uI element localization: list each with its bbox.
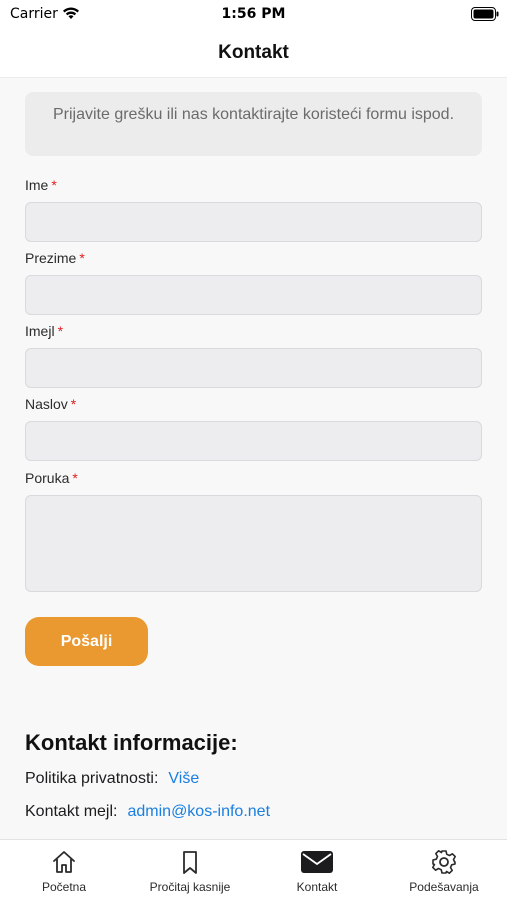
status-bar: Carrier 1:56 PM [0,0,507,30]
last-name-label-text: Prezime [25,250,77,266]
tab-settings[interactable]: Podešavanja [394,840,494,900]
required-marker: * [70,396,77,412]
subject-label: Naslov * [25,396,76,412]
gear-icon [394,848,494,876]
email-label: Imejl * [25,323,63,339]
envelope-icon [267,848,367,876]
last-name-field[interactable] [25,275,482,315]
email-field[interactable] [25,348,482,388]
contact-info-heading: Kontakt informacije: [25,730,238,755]
email-label-text: Imejl [25,323,55,339]
subject-label-text: Naslov [25,396,68,412]
bookmark-icon [135,848,245,876]
navigation-bar: Kontakt [0,30,507,78]
message-label-text: Poruka [25,470,70,486]
privacy-label: Politika privatnosti: [25,770,159,787]
contact-email-link[interactable]: admin@kos-info.net [127,803,270,820]
email-row: Kontakt mejl: admin@kos-info.net [25,803,270,821]
tab-read-later[interactable]: Pročitaj kasnije [135,840,245,900]
tab-contact[interactable]: Kontakt [267,840,367,900]
required-marker: * [51,177,57,193]
first-name-field[interactable] [25,202,482,242]
battery-icon [471,7,499,25]
tab-home[interactable]: Početna [14,840,114,900]
clock: 1:56 PM [221,6,286,22]
message-label: Poruka * [25,470,78,486]
message-textarea[interactable] [25,495,482,592]
privacy-row: Politika privatnosti: Više [25,770,199,788]
first-name-label: Ime * [25,177,57,193]
first-name-label-text: Ime [25,177,49,193]
page-title: Kontakt [218,42,289,63]
required-marker: * [72,470,78,486]
required-marker: * [57,323,64,339]
info-notice: Prijavite grešku ili nas kontaktirajte k… [25,92,482,156]
subject-field[interactable] [25,421,482,461]
tab-settings-label: Podešavanja [409,880,479,894]
tab-contact-label: Kontakt [296,880,338,894]
home-icon [14,848,114,876]
tab-read-later-label: Pročitaj kasnije [149,880,231,894]
send-button[interactable]: Pošalji [25,617,148,666]
last-name-label: Prezime * [25,250,85,266]
tab-home-label: Početna [41,880,87,894]
privacy-more-link[interactable]: Više [168,770,199,787]
tab-bar: Početna Pročitaj kasnije Kontakt Podešav… [0,839,507,900]
contact-form-screen: Prijavite grešku ili nas kontaktirajte k… [0,79,507,839]
contact-email-label: Kontakt mejl: [25,803,118,820]
required-marker: * [79,250,85,266]
